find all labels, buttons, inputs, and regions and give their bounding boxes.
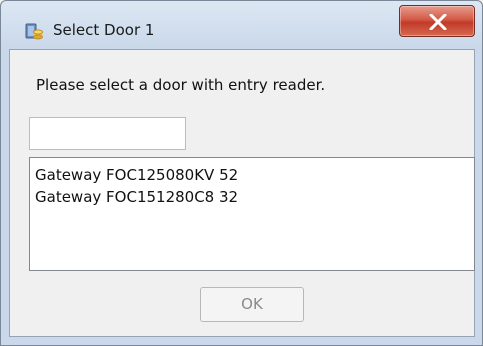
instruction-text: Please select a door with entry reader.	[36, 76, 326, 94]
door-list[interactable]: Gateway FOC125080KV 52 Gateway FOC151280…	[29, 157, 475, 271]
close-button[interactable]	[399, 5, 475, 37]
door-database-icon	[24, 21, 44, 41]
list-item[interactable]: Gateway FOC151280C8 32	[35, 186, 474, 208]
title-bar[interactable]: Select Door 1	[1, 1, 482, 47]
dialog-window: Select Door 1 Please select a door with …	[0, 0, 483, 346]
ok-button[interactable]: OK	[200, 287, 304, 322]
window-title: Select Door 1	[53, 21, 155, 39]
close-icon	[429, 14, 447, 30]
dialog-client-area: Please select a door with entry reader. …	[9, 49, 475, 337]
list-item[interactable]: Gateway FOC125080KV 52	[35, 164, 474, 186]
door-search-input[interactable]	[29, 117, 186, 150]
